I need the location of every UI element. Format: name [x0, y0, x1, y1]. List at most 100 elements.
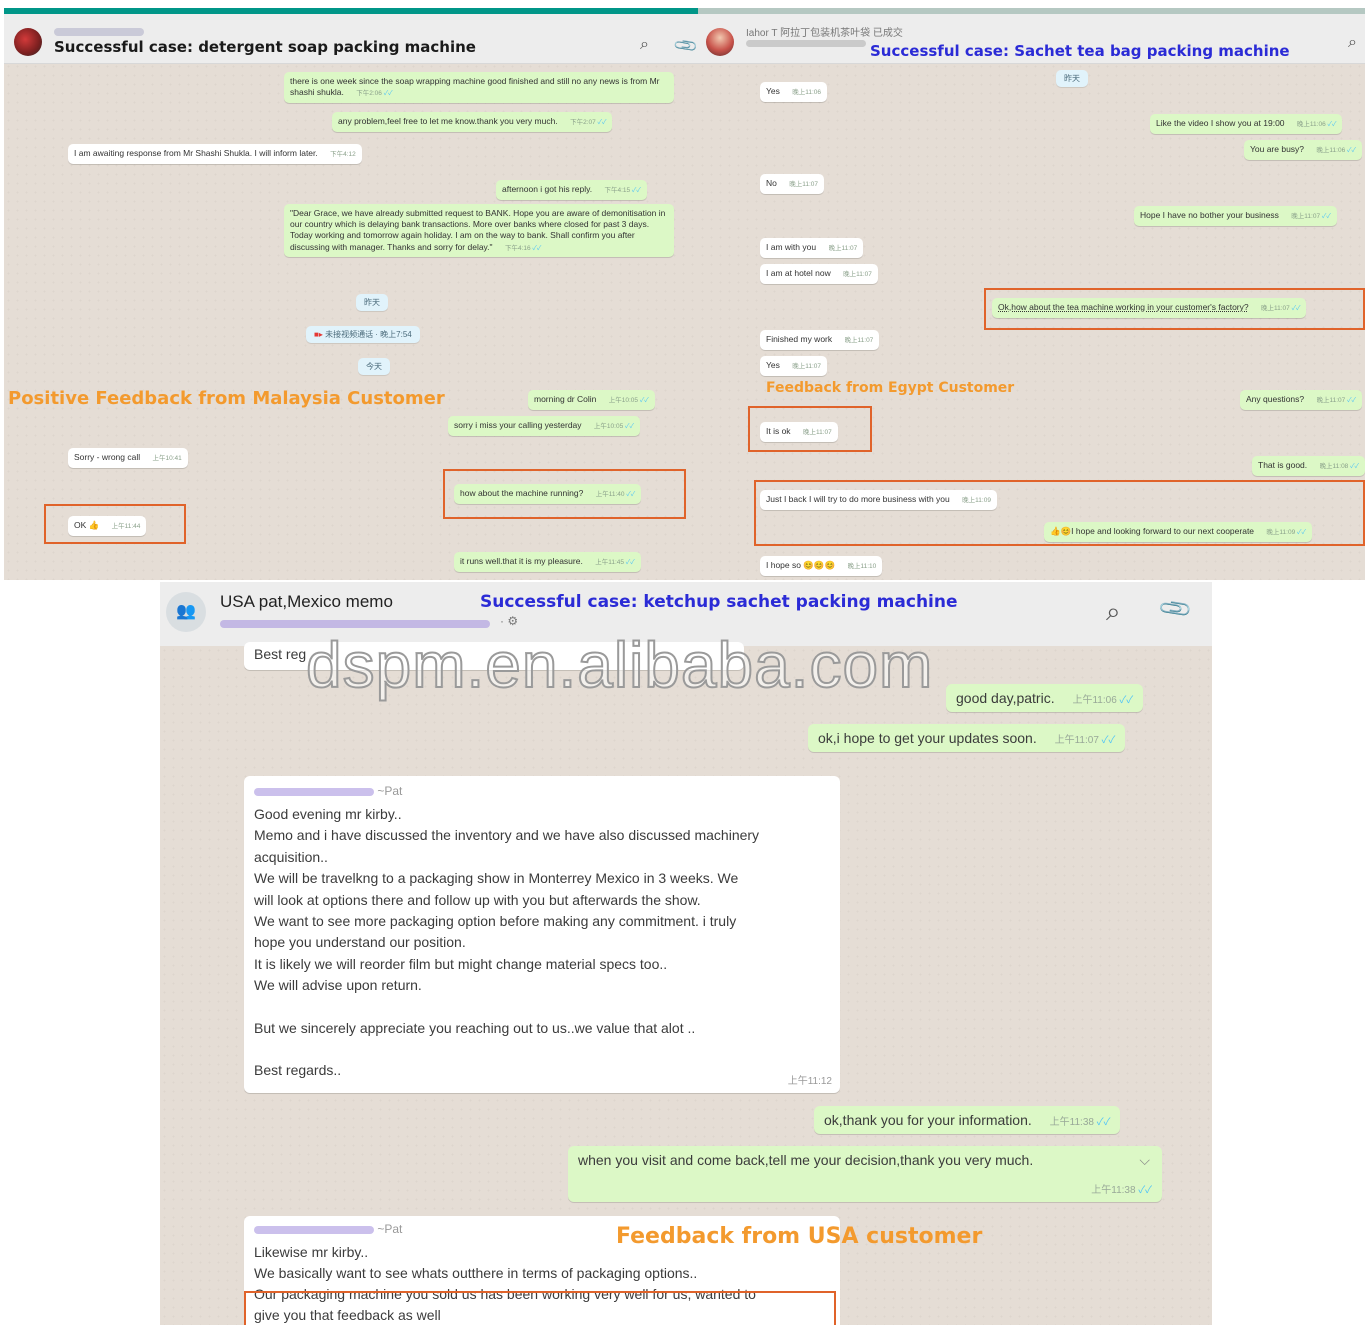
message-text: I am at hotel now — [766, 268, 831, 278]
message-timestamp: 上午10:05 — [609, 397, 649, 404]
paperclip-icon[interactable]: 📎 — [1157, 590, 1195, 628]
message-timestamp: 上午10:41 — [152, 455, 182, 462]
chat-message: it runs well.that it is my pleasure. 上午1… — [454, 552, 641, 572]
message-timestamp: 上午11:38 — [1050, 1117, 1111, 1128]
blurred-contact-status — [746, 40, 866, 47]
message-text: I hope so 😊😊😊 — [766, 560, 836, 570]
chat-message: ok,thank you for your information. 上午11:… — [814, 1106, 1121, 1134]
letter-line: We will advise upon return. — [254, 977, 422, 994]
message-timestamp: 晚上11:07 — [844, 337, 874, 344]
message-text: sorry i miss your calling yesterday — [454, 420, 582, 430]
chat-message: I hope so 😊😊😊 晚上11:10 — [760, 556, 883, 576]
message-text: ok,thank you for your information. — [824, 1112, 1032, 1128]
message-timestamp: 晚上11:09 — [1266, 529, 1305, 536]
message-text: ok,i hope to get your updates soon. — [818, 730, 1037, 746]
chat-message: sorry i miss your calling yesterday 上午10… — [448, 416, 640, 436]
sender-suffix: ~Pat — [377, 1222, 403, 1236]
letter-line: will look at options there and follow up… — [254, 891, 701, 908]
message-text: No — [766, 178, 777, 188]
chat-message: Any questions? 晚上11:07 — [1240, 390, 1362, 410]
message-text: there is one week since the soap wrappin… — [290, 76, 660, 98]
message-text: I am awaiting response from Mr Shashi Sh… — [74, 148, 318, 158]
message-timestamp: 上午11:38 — [1091, 1181, 1152, 1196]
malaysia-chat-panel: Successful case: detergent soap packing … — [4, 8, 698, 580]
chat-message: I am with you 晚上11:07 — [760, 238, 864, 258]
message-text: OK 👍 — [74, 520, 100, 530]
contact-name: USA pat,Mexico memo — [220, 592, 393, 611]
message-timestamp: 晚上11:08 — [1320, 463, 1359, 470]
message-text: Finished my work — [766, 334, 833, 344]
chat-message: there is one week since the soap wrappin… — [284, 72, 674, 103]
chat-message: "Dear Grace, we have already submitted r… — [284, 204, 674, 258]
contact-avatar[interactable] — [706, 28, 734, 56]
message-timestamp: 下午4:15 — [604, 187, 640, 194]
message-timestamp: 下午2:06 — [356, 90, 392, 97]
message-timestamp: 晚上11:07 — [1291, 213, 1330, 220]
chat-message: It is ok 晚上11:07 — [760, 422, 838, 442]
message-timestamp: 晚上11:06 — [792, 89, 822, 96]
contact-avatar[interactable] — [14, 28, 42, 56]
chat-message: Just I back I will try to do more busine… — [760, 490, 997, 510]
chat-message: I am awaiting response from Mr Shashi Sh… — [68, 144, 362, 164]
highlight-box — [244, 1291, 836, 1325]
paperclip-icon[interactable]: 📎 — [672, 32, 698, 60]
message-text: Just I back I will try to do more busine… — [766, 494, 950, 504]
message-timestamp: 下午4:16 — [505, 245, 541, 252]
case-title: Successful case: ketchup sachet packing … — [480, 592, 958, 612]
message-timestamp: 上午11:06 — [1072, 695, 1133, 706]
chat-message: how about the machine running? 上午11:40 — [454, 484, 642, 504]
message-timestamp: 晚上11:07 — [828, 245, 858, 252]
watermark-text: dspm.en.alibaba.com — [305, 628, 934, 702]
search-icon[interactable]: ⌕ — [1106, 596, 1121, 628]
blurred-participants — [220, 620, 490, 628]
usa-chat-body: Best reg good day,patric. 上午11:06 ok,i h… — [160, 642, 1212, 1325]
letter-line: It is likely we will reorder film but mi… — [254, 955, 668, 972]
missed-video-call-chip: ■▸ 未接视频通话 · 晚上7:54 — [306, 326, 420, 343]
letter-line: acquisition.. — [254, 848, 328, 865]
usa-feedback-label: Feedback from USA customer — [616, 1224, 983, 1249]
chat-message: That is good. 晚上11:08 — [1252, 456, 1365, 476]
letter-line: We will be travelkng to a packaging show… — [254, 870, 739, 887]
reply-line: We basically want to see whats outthere … — [254, 1265, 698, 1281]
message-text: afternoon i got his reply. — [502, 184, 593, 194]
message-timestamp: 上午11:44 — [111, 523, 141, 530]
case-title: Successful case: Sachet tea bag packing … — [870, 42, 1290, 60]
message-timestamp: 晚上11:06 — [1316, 147, 1355, 154]
missed-call-text: 未接视频通话 · 晚上7:54 — [325, 330, 412, 339]
case-title: Successful case: detergent soap packing … — [54, 38, 476, 56]
message-timestamp: 晚上11:07 — [792, 363, 822, 370]
message-text: It is ok — [766, 426, 791, 436]
message-text: Sorry - wrong call — [74, 452, 141, 462]
message-timestamp: 上午11:45 — [595, 559, 634, 566]
sender-line: ~Pat — [254, 784, 830, 804]
message-timestamp: 上午11:12 — [787, 1076, 832, 1088]
search-icon[interactable]: ⌕ — [1348, 34, 1357, 52]
chat-message: OK 👍 上午11:44 — [68, 516, 147, 536]
message-text: 👍😊I hope and looking forward to our next… — [1050, 526, 1255, 536]
message-text: "Dear Grace, we have already submitted r… — [290, 208, 666, 252]
letter-spacer — [254, 1039, 830, 1060]
chevron-down-icon[interactable]: ⌵ — [1139, 1152, 1150, 1169]
message-timestamp: 晚上11:07 — [802, 429, 832, 436]
chat-message: 👍😊I hope and looking forward to our next… — [1044, 522, 1312, 542]
message-text: Yes — [766, 360, 780, 370]
message-text: Ok,how about the tea machine working in … — [998, 302, 1249, 312]
chat-message: Like the video I show you at 19:00 晚上11:… — [1150, 114, 1343, 134]
message-timestamp: 上午10:05 — [594, 423, 634, 430]
letter-line: We want to see more packaging option bef… — [254, 913, 737, 930]
message-timestamp: 晚上11:10 — [847, 563, 877, 570]
chat-message: Yes 晚上11:06 — [760, 82, 828, 102]
search-icon[interactable]: ⌕ — [640, 36, 649, 54]
chat-message: Hope I have no bother your business 晚上11… — [1134, 206, 1337, 226]
egypt-feedback-label: Feedback from Egypt Customer — [766, 380, 1015, 396]
egypt-chat-panel: Iahor T 阿拉丁包装机茶叶袋 已成交 Successful case: S… — [698, 8, 1365, 580]
chat-message: Yes 晚上11:07 — [760, 356, 828, 376]
letter-spacer — [254, 997, 830, 1018]
message-text: Best reg — [254, 646, 307, 662]
malaysia-chat-header: Successful case: detergent soap packing … — [4, 8, 698, 64]
message-text: Hope I have no bother your business — [1140, 210, 1279, 220]
group-avatar-icon[interactable]: 👥 — [166, 592, 206, 632]
message-text: good day,patric. — [956, 690, 1055, 706]
message-timestamp: 晚上11:07 — [1261, 305, 1300, 312]
letter-line: Good evening mr kirby.. — [254, 806, 402, 822]
